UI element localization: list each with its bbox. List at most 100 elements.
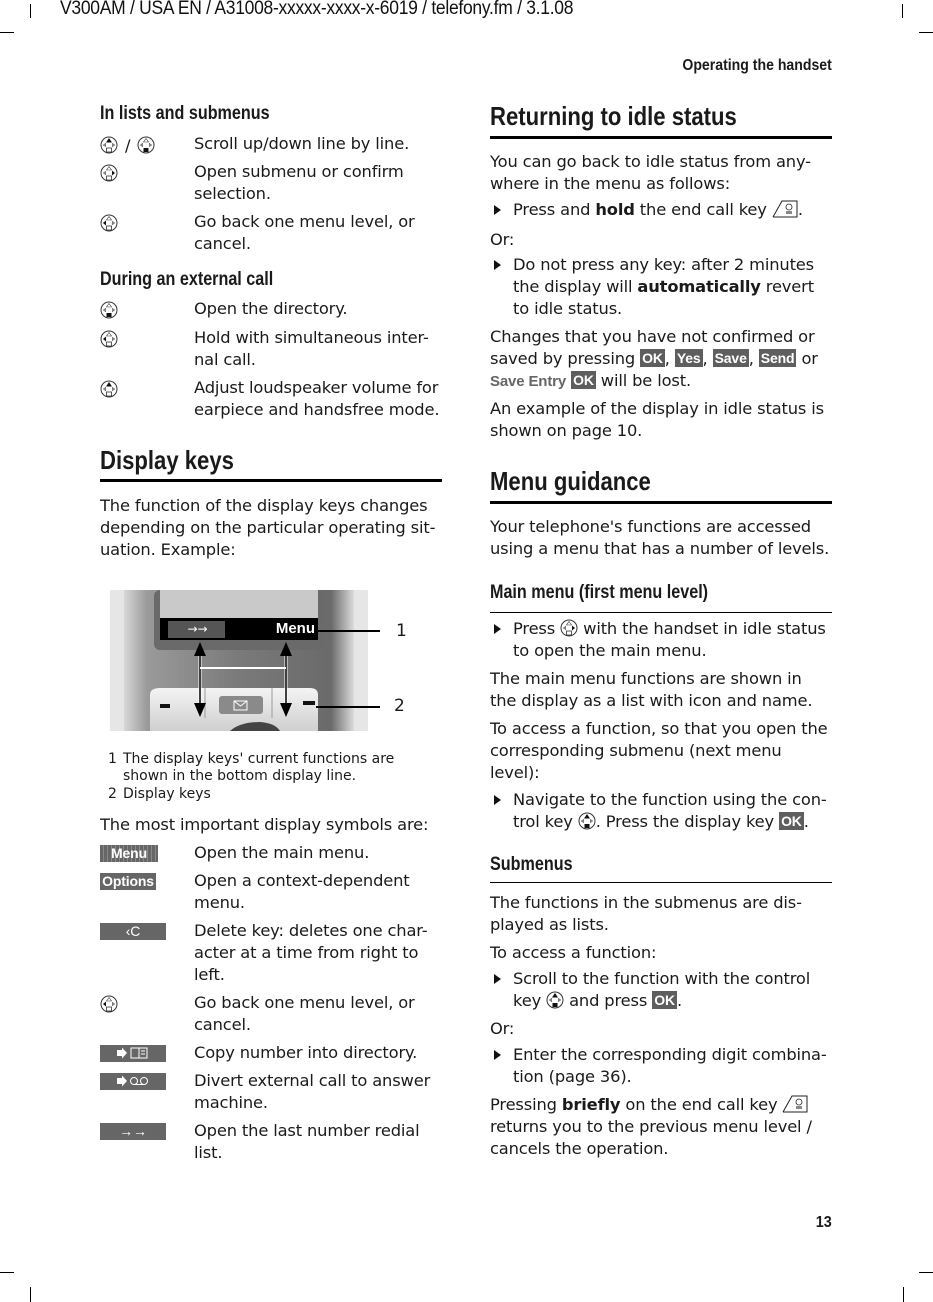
menu-softkey-icon: Menu <box>100 845 158 862</box>
end-call-key-icon <box>783 1095 808 1113</box>
crop-mark <box>30 4 31 18</box>
control-key-right-icon <box>100 164 118 182</box>
text: Press and <box>513 200 596 219</box>
control-key-left-icon <box>100 995 118 1013</box>
save-softkey-icon: Save <box>712 349 749 367</box>
text: on the end call key <box>620 1095 783 1114</box>
divert-to-answer-machine-softkey-icon <box>100 1073 166 1090</box>
page-number: 13 <box>815 1214 832 1231</box>
crop-mark <box>0 32 14 33</box>
text: Pressing <box>490 1095 562 1114</box>
crop-mark <box>919 32 933 33</box>
ok-softkey-icon: OK <box>571 371 596 389</box>
callout-number-2: 2 <box>394 696 405 716</box>
symbol-description: Open the last number redial list. <box>194 1121 420 1162</box>
crop-mark <box>30 1287 31 1302</box>
control-key-left-icon <box>100 330 118 348</box>
symbol-description: Delete key: deletes one char-acter at a … <box>194 921 428 984</box>
control-key-up-down-icon <box>578 812 596 830</box>
crop-mark <box>903 1287 904 1302</box>
item-description: Scroll up/down line by line. <box>194 134 410 153</box>
symbol-description: Copy number into directory. <box>194 1043 418 1062</box>
handset-illustration <box>110 590 368 731</box>
crop-mark <box>902 4 903 18</box>
send-softkey-icon: Send <box>758 349 797 367</box>
item-description: Open the directory. <box>194 299 348 318</box>
yes-softkey-icon: Yes <box>674 349 703 367</box>
control-key-up-icon <box>100 136 118 154</box>
figure-caption-num-1: 1 <box>108 751 117 767</box>
text: Enter the corresponding digit combina-ti… <box>513 1045 827 1086</box>
handset-display-figure: →→ Menu <box>110 590 368 731</box>
bullet-arrow-icon <box>494 974 501 984</box>
control-key-right-icon <box>560 619 578 637</box>
save-entry-menu-label: Save Entry <box>490 373 567 390</box>
control-key-up-down-icon <box>546 991 564 1009</box>
callout-line-1 <box>318 630 380 632</box>
emphasis: automatically <box>637 277 761 296</box>
submenus-para: To access a function: <box>490 943 657 962</box>
heading-rule <box>490 136 832 139</box>
control-key-left-icon <box>100 214 118 232</box>
control-key-down-icon <box>137 136 155 154</box>
heading-rule <box>490 882 832 883</box>
section-heading-menu-guidance: Menu guidance <box>490 466 651 496</box>
callout-line-2 <box>316 706 380 708</box>
left-softkey-label: →→ <box>187 622 208 636</box>
emphasis: hold <box>595 200 635 219</box>
main-menu-para: The main menu functions are shown in the… <box>490 669 813 710</box>
idle-example-note: An example of the display in idle status… <box>490 399 824 440</box>
section-heading-idle-status: Returning to idle status <box>490 101 737 131</box>
item-description: Open submenu or confirm selection. <box>194 162 404 203</box>
text: . <box>676 991 682 1010</box>
figure-caption-text-2: Display keys <box>123 786 211 802</box>
submenus-para: The functions in the submenus are dis-pl… <box>490 893 802 934</box>
text: the end call key <box>634 200 772 219</box>
section-heading-external-call: During an external call <box>100 269 274 290</box>
item-description: Go back one menu level, or cancel. <box>194 212 415 253</box>
item-description: Hold with simultaneous inter-nal call. <box>194 328 429 369</box>
figure-caption-text-1: The display keys' current functions are … <box>123 751 395 784</box>
bullet-arrow-icon <box>494 205 501 215</box>
bullet-arrow-icon <box>494 624 501 634</box>
heading-rule <box>100 479 442 482</box>
or-label: Or: <box>490 230 515 249</box>
section-heading-lists: In lists and submenus <box>100 103 270 124</box>
end-call-key-icon <box>772 200 798 218</box>
ok-softkey-icon: OK <box>779 812 804 830</box>
item-description: Adjust loudspeaker volume for earpiece a… <box>194 378 440 419</box>
text: returns you to the previous menu level /… <box>490 1117 812 1158</box>
symbol-description: Divert external call to answer machine. <box>194 1071 431 1112</box>
control-key-down-icon <box>100 301 118 319</box>
unsaved-changes-note: Changes that you have not confirmed or s… <box>490 327 818 390</box>
text: will be lost. <box>595 371 691 390</box>
text: and press <box>564 991 653 1010</box>
section-heading-display-keys: Display keys <box>100 445 234 475</box>
crop-mark <box>919 1272 933 1273</box>
heading-rule <box>490 612 832 613</box>
callout-number-1: 1 <box>396 621 407 641</box>
symbol-description: Open a context-dependent menu. <box>194 871 410 912</box>
main-menu-para: To access a function, so that you open t… <box>490 719 828 782</box>
text: or <box>796 349 818 368</box>
ok-softkey-icon: OK <box>652 991 677 1009</box>
symbols-intro: The most important display symbols are: <box>100 815 429 834</box>
idle-intro: You can go back to idle status from any-… <box>490 152 811 193</box>
right-softkey-label: Menu <box>275 620 315 637</box>
options-softkey-icon: Options <box>100 873 156 890</box>
text: . <box>803 812 809 831</box>
symbol-description: Open the main menu. <box>194 843 370 862</box>
running-head: Operating the handset <box>682 57 832 74</box>
delete-softkey-icon: ‹C <box>100 923 166 940</box>
copy-to-directory-softkey-icon <box>100 1045 166 1062</box>
menu-intro: Your telephone's functions are accessed … <box>490 517 830 558</box>
end-call-note: Pressing briefly on the end call key ret… <box>490 1094 832 1160</box>
text: . Press the display key <box>595 812 780 831</box>
bullet-arrow-icon <box>494 260 501 270</box>
symbol-description: Go back one menu level, or cancel. <box>194 993 415 1034</box>
bullet-arrow-icon <box>494 795 501 805</box>
or-label: Or: <box>490 1019 515 1038</box>
control-key-up-icon <box>100 380 118 398</box>
bullet-arrow-icon <box>494 1050 501 1060</box>
display-keys-intro: The function of the display keys changes… <box>100 496 436 559</box>
